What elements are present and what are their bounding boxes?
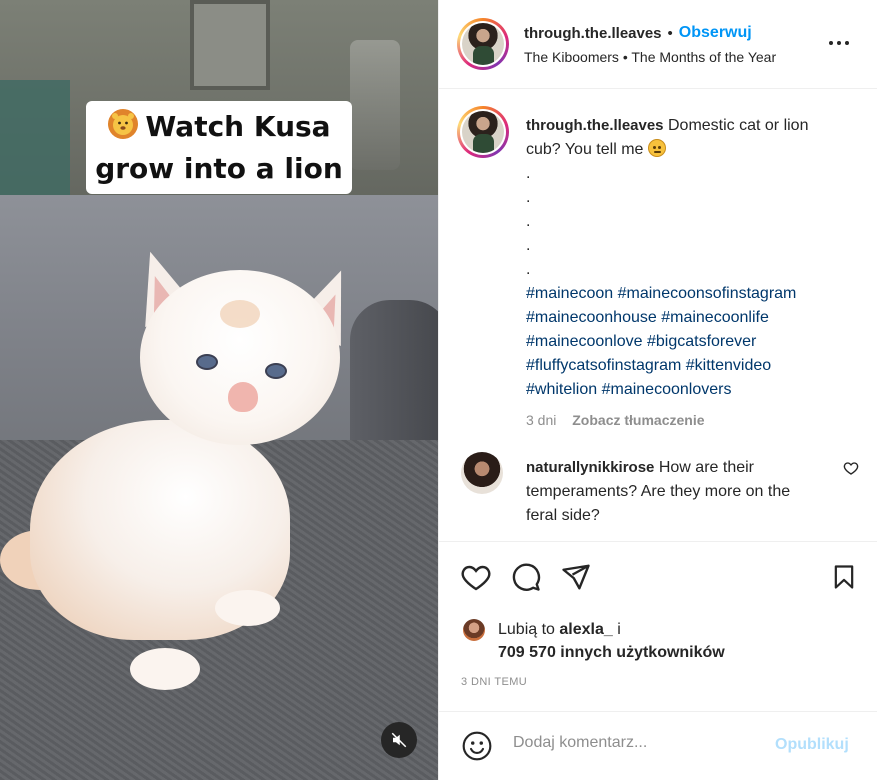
- heart-icon: [461, 565, 491, 591]
- likes-prefix: Lubią to: [498, 621, 555, 638]
- caption-author-avatar[interactable]: [457, 106, 509, 158]
- worried-face-icon: [647, 139, 666, 157]
- separator-dot: •: [667, 24, 673, 42]
- caption-dot-lines: . . . . .: [526, 165, 531, 278]
- publish-button[interactable]: Opublikuj: [775, 736, 849, 754]
- author-username[interactable]: through.the.lleaves: [524, 25, 662, 42]
- post-header: through.the.lleaves • Obserwuj The Kiboo…: [439, 0, 877, 89]
- liker-username[interactable]: alexla_: [559, 621, 612, 638]
- mute-button[interactable]: [381, 722, 417, 758]
- post-side-panel: through.the.lleaves • Obserwuj The Kiboo…: [438, 0, 877, 780]
- likes-count[interactable]: 709 570 innych użytkowników: [463, 641, 725, 664]
- paper-plane-icon: [562, 564, 590, 590]
- likes-conjunction: i: [617, 621, 621, 638]
- see-translation-link[interactable]: Zobacz tłumaczenie: [572, 412, 704, 428]
- speaker-muted-icon: [391, 732, 407, 748]
- post-caption: through.the.lleaves Domestic cat or lion…: [526, 114, 846, 432]
- post-video[interactable]: Watch Kusa grow into a lion: [0, 0, 438, 780]
- instagram-post: Watch Kusa grow into a lion through.the.…: [0, 0, 877, 780]
- comment-bubble-icon: [512, 563, 541, 591]
- commenter-avatar[interactable]: [461, 452, 503, 494]
- like-button[interactable]: [459, 560, 493, 594]
- caption-hashtags[interactable]: #mainecoon #mainecoonsofinstagram #maine…: [526, 282, 846, 402]
- post-actions: Lubią to alexla_ i 709 570 innych użytko…: [439, 541, 877, 711]
- comment-body: naturallynikkirose How are their tempera…: [526, 456, 806, 528]
- share-button[interactable]: [559, 560, 593, 594]
- caption-age: 3 dni: [526, 412, 557, 428]
- comment-input[interactable]: [513, 734, 753, 752]
- commenter-username[interactable]: naturallynikkirose: [526, 459, 654, 476]
- caption-username[interactable]: through.the.lleaves: [526, 117, 664, 134]
- more-horizontal-icon: [829, 41, 849, 45]
- save-button[interactable]: [827, 560, 861, 594]
- follow-button[interactable]: Obserwuj: [679, 24, 752, 42]
- lion-face-icon: [108, 108, 139, 139]
- emoji-picker-icon[interactable]: [461, 730, 493, 762]
- liker-avatar[interactable]: [463, 619, 485, 641]
- audio-attribution[interactable]: The Kiboomers • The Months of the Year: [524, 49, 776, 65]
- post-timestamp[interactable]: 3 DNI TEMU: [461, 676, 527, 688]
- author-avatar[interactable]: [457, 18, 509, 70]
- bookmark-icon: [834, 565, 854, 589]
- caption-meta: 3 dni Zobacz tłumaczenie: [526, 408, 846, 432]
- overlay-line-2: grow into a lion: [95, 151, 343, 185]
- overlay-line-1: Watch Kusa: [145, 109, 331, 143]
- more-options-button[interactable]: [826, 30, 852, 56]
- comments-section: through.the.lleaves Domestic cat or lion…: [439, 90, 877, 540]
- comment-button[interactable]: [509, 560, 543, 594]
- likes-summary: Lubią to alexla_ i 709 570 innych użytko…: [463, 618, 725, 664]
- comment-like-icon[interactable]: [843, 460, 859, 476]
- comment-composer: Opublikuj: [439, 711, 877, 780]
- video-text-overlay: Watch Kusa grow into a lion: [86, 101, 352, 194]
